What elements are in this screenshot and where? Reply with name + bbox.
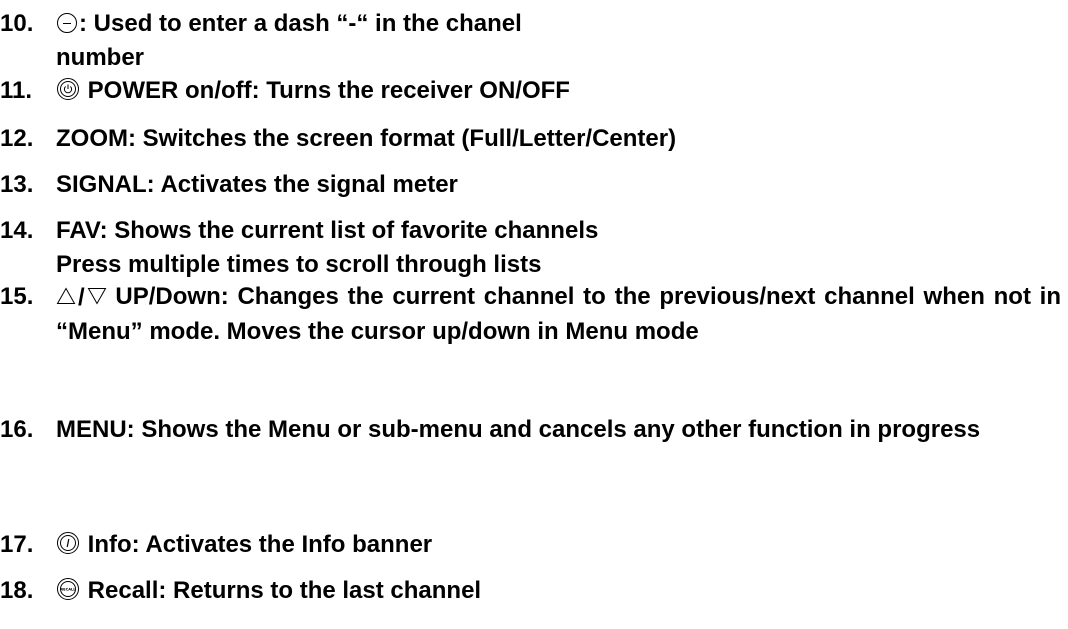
dash-button-icon	[56, 12, 78, 34]
list-item-17: 17. Info: Activates the Info banner	[0, 528, 1061, 562]
item-text-continued: number	[56, 43, 145, 71]
item-text: ZOOM: Switches the screen format (Full/L…	[56, 125, 677, 152]
item-number: 17.	[0, 531, 34, 558]
power-button-icon	[56, 77, 80, 101]
list-item-15: 15. / UP/Down: Changes the current chann…	[0, 280, 1061, 348]
item-text: : Used to enter a dash “-“ in the chanel	[79, 10, 522, 37]
item-number: 18.	[0, 577, 34, 604]
item-number: 11.	[0, 77, 33, 104]
list-item-18: 18. RECALL Recall: Returns to the last c…	[0, 574, 1061, 608]
item-number: 12.	[0, 125, 34, 152]
list-item-16: 16. MENU: Shows the Menu or sub-menu and…	[0, 413, 1061, 447]
item-number: 10.	[0, 10, 34, 37]
info-button-icon	[56, 531, 80, 555]
item-text: Recall: Returns to the last channel	[81, 577, 482, 604]
item-text: MENU: Shows the Menu or sub-menu and can…	[56, 416, 981, 443]
item-number: 14.	[0, 217, 34, 244]
item-text: POWER on/off: Turns the receiver ON/OFF	[81, 77, 570, 104]
item-number: 15.	[0, 283, 34, 310]
recall-button-icon: RECALL	[56, 577, 80, 601]
item-number: 16.	[0, 416, 34, 443]
list-item-11: 11. POWER on/off: Turns the receiver ON/…	[0, 74, 1061, 108]
list-item-12: 12. ZOOM: Switches the screen format (Fu…	[0, 122, 1061, 156]
up-down-arrows-icon: /	[56, 281, 107, 315]
item-text: SIGNAL: Activates the signal meter	[56, 171, 458, 198]
item-text: FAV: Shows the current list of favorite …	[56, 217, 599, 244]
item-text: Info: Activates the Info banner	[81, 531, 433, 558]
recall-icon-label: RECALL	[60, 587, 76, 591]
list-item-13: 13. SIGNAL: Activates the signal meter	[0, 168, 1061, 202]
arrow-separator: /	[78, 284, 85, 311]
item-text-continued: Press multiple times to scroll through l…	[56, 250, 542, 278]
item-number: 13.	[0, 171, 34, 198]
list-item-10: 10. : Used to enter a dash “-“ in the ch…	[0, 7, 1061, 74]
list-item-14: 14. FAV: Shows the current list of favor…	[0, 214, 1061, 281]
item-text: UP/Down: Changes the current channel to …	[56, 283, 1061, 345]
